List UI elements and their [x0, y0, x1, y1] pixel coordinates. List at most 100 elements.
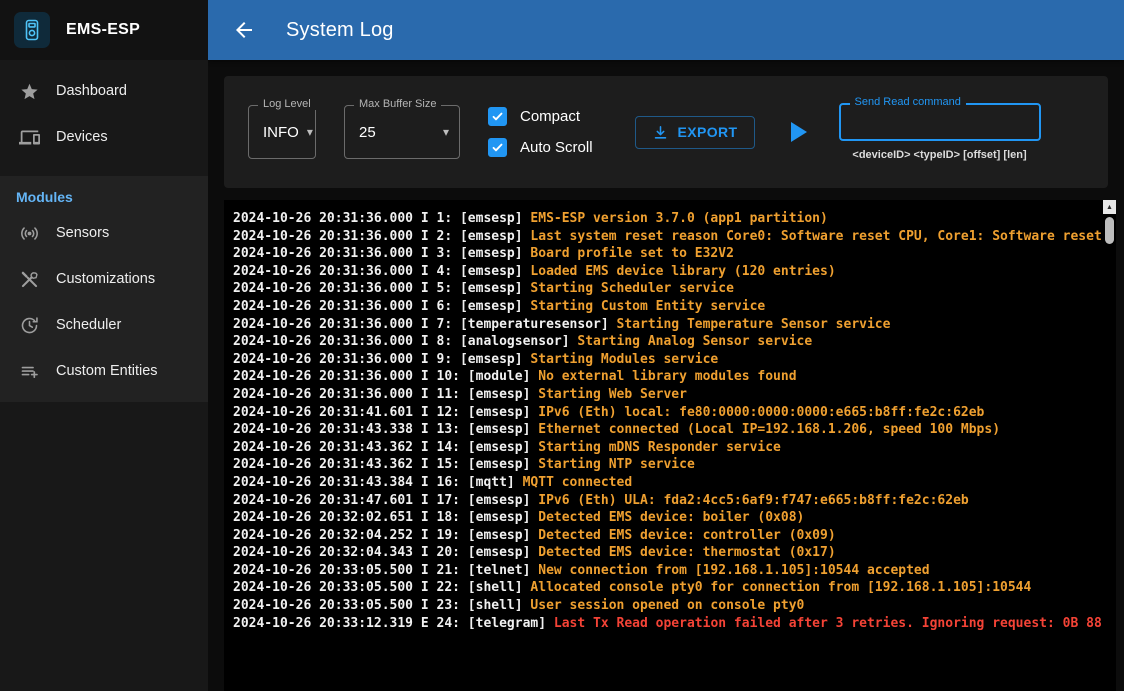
log-line: 2024-10-26 20:31:36.000 I 11: [emsesp] S…: [233, 386, 1102, 404]
sidebar-item-devices[interactable]: Devices: [0, 114, 208, 160]
log-line-meta: 2024-10-26 20:33:05.500 I 23: [shell]: [233, 598, 530, 613]
log-line-message: IPv6 (Eth) ULA: fda2:4cc5:6af9:f747:e665…: [538, 493, 968, 508]
log-line-meta: 2024-10-26 20:33:05.500 I 21: [telnet]: [233, 563, 538, 578]
max-buffer-size-select[interactable]: Max Buffer Size 25 ▾: [344, 105, 460, 159]
log-level-select[interactable]: Log Level INFO ▾: [248, 105, 316, 159]
system-log-panel: 2024-10-26 20:31:36.000 I 1: [emsesp] EM…: [224, 200, 1116, 691]
log-line: 2024-10-26 20:33:05.500 I 21: [telnet] N…: [233, 562, 1102, 580]
play-icon[interactable]: [791, 122, 807, 142]
log-line-meta: 2024-10-26 20:31:47.601 I 17: [emsesp]: [233, 493, 538, 508]
log-line-message: Starting NTP service: [538, 457, 695, 472]
log-output[interactable]: 2024-10-26 20:31:36.000 I 1: [emsesp] EM…: [224, 200, 1102, 691]
send-helper-text: <deviceID> <typeID> [offset] [len]: [839, 149, 1041, 161]
sidebar-item-sensors[interactable]: Sensors: [0, 210, 208, 256]
sensors-icon: [17, 223, 41, 244]
log-line-meta: 2024-10-26 20:31:36.000 I 4: [emsesp]: [233, 264, 530, 279]
log-line-meta: 2024-10-26 20:31:43.384 I 16: [mqtt]: [233, 475, 523, 490]
log-line-meta: 2024-10-26 20:31:43.362 I 14: [emsesp]: [233, 440, 538, 455]
sidebar-item-scheduler[interactable]: Scheduler: [0, 302, 208, 348]
export-button[interactable]: EXPORT: [635, 116, 755, 149]
log-line-message: Detected EMS device: boiler (0x08): [538, 510, 804, 525]
log-line-message: Last system reset reason Core0: Software…: [530, 229, 1102, 244]
back-button[interactable]: [224, 10, 264, 50]
chevron-down-icon: ▾: [307, 125, 313, 139]
log-line-message: Detected EMS device: controller (0x09): [538, 528, 835, 543]
sidebar-item-label: Sensors: [56, 225, 109, 241]
sidebar-item-customizations[interactable]: Customizations: [0, 256, 208, 302]
log-line: 2024-10-26 20:31:47.601 I 17: [emsesp] I…: [233, 492, 1102, 510]
sidebar: EMS-ESP Dashboard Devices: [0, 0, 208, 691]
playlist-add-icon: [17, 361, 41, 382]
log-line-meta: 2024-10-26 20:32:02.651 I 18: [emsesp]: [233, 510, 538, 525]
auto-scroll-checkbox-label[interactable]: Auto Scroll: [520, 139, 593, 156]
send-read-command-input[interactable]: [841, 105, 1039, 139]
log-line-message: Starting Custom Entity service: [530, 299, 765, 314]
log-line-meta: 2024-10-26 20:33:05.500 I 22: [shell]: [233, 580, 530, 595]
log-line-message: Allocated console pty0 for connection fr…: [530, 580, 1031, 595]
log-scrollbar[interactable]: ▲: [1103, 200, 1116, 691]
log-line: 2024-10-26 20:33:12.319 E 24: [telegram]…: [233, 615, 1102, 633]
log-line-meta: 2024-10-26 20:32:04.252 I 19: [emsesp]: [233, 528, 538, 543]
log-line-message: Board profile set to E32V2: [530, 246, 734, 261]
log-line-meta: 2024-10-26 20:31:36.000 I 2: [emsesp]: [233, 229, 530, 244]
ems-esp-logo-icon: [14, 12, 50, 48]
log-line: 2024-10-26 20:31:43.362 I 15: [emsesp] S…: [233, 456, 1102, 474]
log-line: 2024-10-26 20:31:36.000 I 3: [emsesp] Bo…: [233, 245, 1102, 263]
log-line-message: Last Tx Read operation failed after 3 re…: [554, 616, 1102, 631]
log-line: 2024-10-26 20:31:36.000 I 6: [emsesp] St…: [233, 298, 1102, 316]
log-line-message: Loaded EMS device library (120 entries): [530, 264, 835, 279]
page-title: System Log: [286, 19, 394, 42]
log-line-message: Starting Modules service: [530, 352, 718, 367]
log-line: 2024-10-26 20:31:36.000 I 10: [module] N…: [233, 368, 1102, 386]
log-line-message: User session opened on console pty0: [530, 598, 804, 613]
scrollbar-up-button[interactable]: ▲: [1103, 200, 1116, 214]
log-line-meta: 2024-10-26 20:31:36.000 I 1: [emsesp]: [233, 211, 530, 226]
sidebar-item-custom-entities[interactable]: Custom Entities: [0, 348, 208, 394]
compact-checkbox-label[interactable]: Compact: [520, 108, 580, 125]
log-line: 2024-10-26 20:31:36.000 I 9: [emsesp] St…: [233, 351, 1102, 369]
log-line-message: No external library modules found: [538, 369, 796, 384]
star-icon: [17, 81, 41, 102]
log-line: 2024-10-26 20:31:36.000 I 5: [emsesp] St…: [233, 280, 1102, 298]
tools-icon: [17, 269, 41, 290]
max-buffer-size-label: Max Buffer Size: [354, 98, 441, 110]
log-line: 2024-10-26 20:31:43.362 I 14: [emsesp] S…: [233, 439, 1102, 457]
main-content: Log Level INFO ▾ Max Buffer Size 25 ▾ Co…: [208, 60, 1124, 691]
log-line-meta: 2024-10-26 20:31:36.000 I 3: [emsesp]: [233, 246, 530, 261]
arrow-back-icon: [232, 18, 256, 42]
export-button-label: EXPORT: [678, 124, 738, 140]
ems-esp-app: EMS-ESP Dashboard Devices: [0, 0, 1124, 691]
compact-checkbox-row[interactable]: Compact: [488, 107, 593, 126]
log-line-meta: 2024-10-26 20:31:36.000 I 11: [emsesp]: [233, 387, 538, 402]
compact-checkbox[interactable]: [488, 107, 507, 126]
log-line-meta: 2024-10-26 20:31:36.000 I 7: [temperatur…: [233, 317, 617, 332]
log-line: 2024-10-26 20:31:41.601 I 12: [emsesp] I…: [233, 404, 1102, 422]
log-line: 2024-10-26 20:31:43.384 I 16: [mqtt] MQT…: [233, 474, 1102, 492]
log-line-meta: 2024-10-26 20:31:43.338 I 13: [emsesp]: [233, 422, 538, 437]
log-line-message: Detected EMS device: thermostat (0x17): [538, 545, 835, 560]
sidebar-item-label: Devices: [56, 129, 108, 145]
log-line-meta: 2024-10-26 20:33:12.319 E 24: [telegram]: [233, 616, 554, 631]
log-line: 2024-10-26 20:31:36.000 I 2: [emsesp] La…: [233, 228, 1102, 246]
log-checkbox-group: Compact Auto Scroll: [488, 107, 593, 157]
download-icon: [652, 124, 669, 141]
sidebar-item-label: Custom Entities: [56, 363, 158, 379]
log-line: 2024-10-26 20:32:04.343 I 20: [emsesp] D…: [233, 544, 1102, 562]
auto-scroll-checkbox[interactable]: [488, 138, 507, 157]
log-line-message: IPv6 (Eth) local: fe80:0000:0000:0000:e6…: [538, 405, 984, 420]
auto-scroll-checkbox-row[interactable]: Auto Scroll: [488, 138, 593, 157]
modules-section: Modules Sensors: [0, 176, 208, 402]
log-line-meta: 2024-10-26 20:31:43.362 I 15: [emsesp]: [233, 457, 538, 472]
log-line-meta: 2024-10-26 20:31:36.000 I 8: [analogsens…: [233, 334, 577, 349]
log-line: 2024-10-26 20:31:36.000 I 4: [emsesp] Lo…: [233, 263, 1102, 281]
sidebar-item-label: Scheduler: [56, 317, 121, 333]
log-line: 2024-10-26 20:32:02.651 I 18: [emsesp] D…: [233, 509, 1102, 527]
sidebar-item-dashboard[interactable]: Dashboard: [0, 68, 208, 114]
log-controls-card: Log Level INFO ▾ Max Buffer Size 25 ▾ Co…: [224, 76, 1108, 188]
scrollbar-thumb[interactable]: [1105, 217, 1114, 244]
log-line-message: Starting Scheduler service: [530, 281, 734, 296]
app-logo-row: EMS-ESP: [0, 0, 208, 60]
chevron-down-icon: ▾: [443, 125, 449, 139]
send-read-command-field[interactable]: Send Read command: [839, 103, 1041, 141]
log-line-message: EMS-ESP version 3.7.0 (app1 partition): [530, 211, 827, 226]
